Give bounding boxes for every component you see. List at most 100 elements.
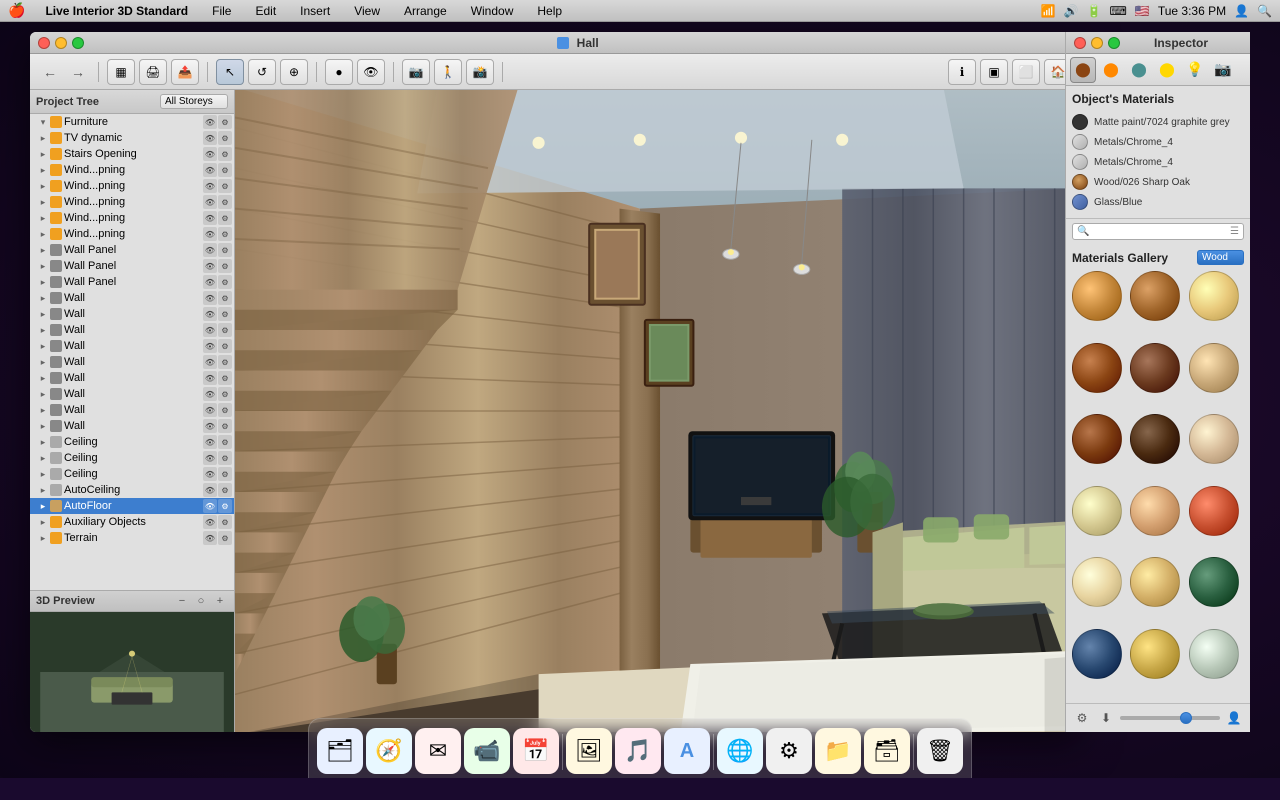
tree-item[interactable]: ▸TV dynamic👁⚙	[30, 130, 234, 146]
tree-item[interactable]: ▸Ceiling👁⚙	[30, 466, 234, 482]
inspector-maximize-button[interactable]	[1108, 37, 1120, 49]
eye-button[interactable]: 👁	[357, 59, 385, 85]
material-item-5[interactable]: Glass/Blue	[1072, 192, 1244, 212]
gallery-swatch-blue-stain[interactable]	[1072, 629, 1122, 679]
teal-tool[interactable]: ⬤	[1126, 57, 1152, 83]
settings-button[interactable]: ⚙	[218, 307, 232, 321]
settings-button[interactable]: ⚙	[218, 403, 232, 417]
visibility-button[interactable]: 👁	[203, 195, 217, 209]
visibility-button[interactable]: 👁	[203, 243, 217, 257]
visibility-button[interactable]: 👁	[203, 387, 217, 401]
gallery-swatch-dark-walnut[interactable]	[1072, 343, 1122, 393]
gallery-swatch-mahogany[interactable]	[1072, 414, 1122, 464]
3d-split-button[interactable]: ⬜	[1012, 59, 1040, 85]
tree-item[interactable]: ▸Stairs Opening👁⚙	[30, 146, 234, 162]
select-tool[interactable]: ↖	[216, 59, 244, 85]
storeys-dropdown[interactable]: All Storeys	[160, 94, 228, 109]
gallery-swatch-dark-wood[interactable]	[1130, 343, 1180, 393]
floor-plan-button[interactable]: ▣	[980, 59, 1008, 85]
tree-item[interactable]: ▸Wall👁⚙	[30, 290, 234, 306]
tree-item[interactable]: ▸Wall👁⚙	[30, 418, 234, 434]
preview-viewport[interactable]	[30, 612, 234, 732]
sphere-tool[interactable]: ⬤	[1070, 57, 1096, 83]
light-tool[interactable]: 💡	[1182, 57, 1208, 83]
app-name[interactable]: Live Interior 3D Standard	[41, 4, 192, 18]
settings-button[interactable]: ⚙	[218, 371, 232, 385]
visibility-button[interactable]: 👁	[203, 163, 217, 177]
help-button[interactable]: ℹ	[948, 59, 976, 85]
dock-network[interactable]: 🌐	[717, 728, 763, 774]
tree-item[interactable]: ▾Furniture👁⚙	[30, 114, 234, 130]
gallery-swatch-ebony[interactable]	[1130, 414, 1180, 464]
visibility-button[interactable]: 👁	[203, 115, 217, 129]
tree-item[interactable]: ▸Wall Panel👁⚙	[30, 258, 234, 274]
tree-item[interactable]: ▸AutoFloor👁⚙	[30, 498, 234, 514]
gallery-swatch-golden-oak[interactable]	[1130, 629, 1180, 679]
camera-tool[interactable]: 📷	[1210, 57, 1236, 83]
settings-button[interactable]: ⚙	[218, 275, 232, 289]
export-button[interactable]: 📤	[171, 59, 199, 85]
main-viewport[interactable]	[235, 90, 1080, 732]
visibility-button[interactable]: 👁	[203, 259, 217, 273]
tree-item[interactable]: ▸Wind...pning👁⚙	[30, 162, 234, 178]
visibility-button[interactable]: 👁	[203, 179, 217, 193]
tree-item[interactable]: ▸Wind...pning👁⚙	[30, 194, 234, 210]
dock-facetime[interactable]: 📹	[464, 728, 510, 774]
settings-button[interactable]: ⚙	[218, 291, 232, 305]
dock-finder[interactable]: 🗂	[317, 728, 363, 774]
material-item-3[interactable]: Metals/Chrome_4	[1072, 152, 1244, 172]
gallery-swatch-cherry[interactable]	[1130, 486, 1180, 536]
visibility-button[interactable]: 👁	[203, 403, 217, 417]
settings-button[interactable]: ⚙	[218, 515, 232, 529]
settings-button[interactable]: ⚙	[218, 387, 232, 401]
settings-button[interactable]: ⚙	[218, 131, 232, 145]
gallery-swatch-washed-wood[interactable]	[1189, 629, 1239, 679]
tree-item[interactable]: ▸Wall👁⚙	[30, 370, 234, 386]
tree-item[interactable]: ▸Wall👁⚙	[30, 354, 234, 370]
inspector-minimize-button[interactable]	[1091, 37, 1103, 49]
settings-button[interactable]: ⚙	[218, 499, 232, 513]
visibility-button[interactable]: 👁	[203, 291, 217, 305]
gallery-swatch-medium-oak[interactable]	[1130, 271, 1180, 321]
dock-trash[interactable]: 🗑	[917, 728, 963, 774]
settings-button[interactable]: ⚙	[218, 419, 232, 433]
dock-calendar[interactable]: 📅	[513, 728, 559, 774]
close-button[interactable]	[38, 37, 50, 49]
tree-item[interactable]: ▸Ceiling👁⚙	[30, 434, 234, 450]
gallery-swatch-ash[interactable]	[1189, 414, 1239, 464]
dock-photos[interactable]: 🖼	[566, 728, 612, 774]
settings-button[interactable]: ⚙	[218, 531, 232, 545]
visibility-button[interactable]: 👁	[203, 227, 217, 241]
settings-button[interactable]: ⚙	[218, 355, 232, 369]
gallery-category-dropdown[interactable]: Wood Metal Glass Paint Stone	[1197, 250, 1244, 265]
gallery-swatch-birch[interactable]	[1072, 486, 1122, 536]
gallery-swatch-maple[interactable]	[1072, 557, 1122, 607]
back-button[interactable]: ←	[38, 60, 62, 84]
visibility-button[interactable]: 👁	[203, 307, 217, 321]
tree-item[interactable]: ▸Wind...pning👁⚙	[30, 178, 234, 194]
settings-button[interactable]: ⚙	[218, 163, 232, 177]
settings-button[interactable]: ⚙	[218, 243, 232, 257]
visibility-button[interactable]: 👁	[203, 211, 217, 225]
move-tool[interactable]: ⊕	[280, 59, 308, 85]
settings-button[interactable]: ⚙	[218, 195, 232, 209]
menu-insert[interactable]: Insert	[296, 4, 334, 18]
gallery-import-button[interactable]: ⬇	[1096, 708, 1116, 728]
menu-help[interactable]: Help	[533, 4, 566, 18]
tree-container[interactable]: ▾Furniture👁⚙▸TV dynamic👁⚙▸Stairs Opening…	[30, 114, 234, 590]
settings-button[interactable]: ⚙	[218, 435, 232, 449]
search-input[interactable]	[1093, 226, 1226, 237]
gallery-settings-button[interactable]: ⚙	[1072, 708, 1092, 728]
visibility-button[interactable]: 👁	[203, 531, 217, 545]
tree-item[interactable]: ▸Terrain👁⚙	[30, 530, 234, 546]
settings-button[interactable]: ⚙	[218, 211, 232, 225]
gallery-swatch-green-stain[interactable]	[1189, 557, 1239, 607]
gallery-person-button[interactable]: 👤	[1224, 708, 1244, 728]
rotate-tool[interactable]: ↺	[248, 59, 276, 85]
minimize-button[interactable]	[55, 37, 67, 49]
gallery-size-slider[interactable]	[1120, 716, 1220, 720]
material-item-2[interactable]: Metals/Chrome_4	[1072, 132, 1244, 152]
visibility-button[interactable]: 👁	[203, 355, 217, 369]
materials-search[interactable]: 🔍 ☰	[1072, 223, 1244, 240]
menu-edit[interactable]: Edit	[251, 4, 280, 18]
